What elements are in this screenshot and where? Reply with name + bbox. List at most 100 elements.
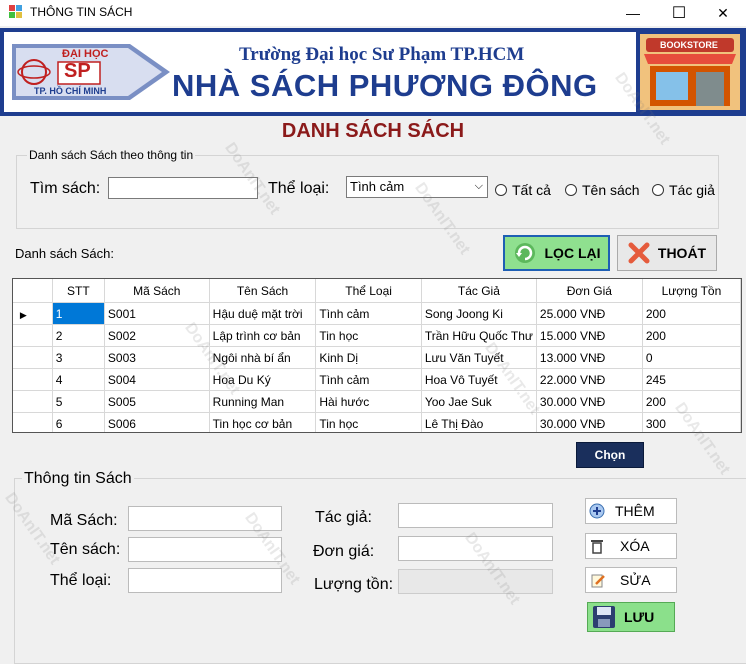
table-cell[interactable]: 1 [52,302,105,325]
university-name: Trường Đại học Sư Phạm TP.HCM [239,44,525,65]
table-cell[interactable]: Tin học cơ bản [209,412,317,432]
genre-info-label: Thể loại: [50,572,112,589]
maximize-button[interactable]: ☐ [656,0,702,26]
genre-select[interactable]: Tình cảm ⌵ [346,176,488,198]
table-cell[interactable]: Tình cảm [315,368,422,391]
table-row[interactable]: 4 S004 Hoa Du Ký Tình cảm Hoa Vô Tuyết 22.000… [13,368,741,391]
search-input[interactable] [108,177,258,199]
code-input[interactable] [128,506,282,531]
plus-circle-icon [589,503,605,519]
row-header[interactable] [13,412,53,432]
table-cell[interactable]: 30.000 VNĐ [536,390,643,413]
column-header[interactable]: Lượng Tồn [642,279,741,303]
table-cell[interactable]: 13.000 VNĐ [536,346,643,369]
table-cell[interactable]: Tình cảm [315,302,422,325]
table-cell[interactable]: Hậu duệ mặt trời [209,302,317,325]
row-header[interactable] [13,390,53,413]
table-cell[interactable]: Trần Hữu Quốc Thư [421,324,537,347]
author-input[interactable] [398,503,553,528]
books-table[interactable]: STT Mã Sách Tên Sách Thể Loại Tác Giả Đơ… [12,278,742,433]
table-cell[interactable]: Yoo Jae Suk [421,390,537,413]
table-cell[interactable]: Hoa Du Ký [209,368,317,391]
floppy-disk-icon [593,606,615,628]
row-header[interactable]: ▶ [13,302,53,325]
row-header[interactable] [13,368,53,391]
add-label: THÊM [615,503,655,519]
table-cell[interactable]: S004 [104,368,210,391]
refresh-label: LỌC LẠI [544,245,601,261]
table-cell[interactable]: Running Man [209,390,317,413]
table-cell[interactable]: 30.000 VNĐ [536,412,643,432]
name-input[interactable] [128,537,282,562]
save-button[interactable]: LƯU [587,602,675,632]
table-cell[interactable]: 3 [52,346,105,369]
table-cell[interactable]: Lưu Văn Tuyết [421,346,537,369]
table-cell[interactable]: 245 [642,368,741,391]
table-cell[interactable]: Kinh Dị [315,346,422,369]
table-cell[interactable]: 200 [642,390,741,413]
radio-all[interactable]: Tất cả [495,182,551,198]
exit-button[interactable]: THOÁT [617,235,717,271]
refresh-button[interactable]: LỌC LẠI [503,235,610,271]
table-cell[interactable]: 5 [52,390,105,413]
delete-label: XÓA [620,538,650,554]
edit-button[interactable]: SỬA [585,567,677,593]
delete-button[interactable]: XÓA [585,533,677,559]
table-cell[interactable]: S002 [104,324,210,347]
column-header[interactable]: Đơn Giá [536,279,643,303]
table-cell[interactable]: Song Joong Ki [421,302,537,325]
choose-button[interactable]: Chọn [576,442,644,468]
radio-author[interactable]: Tác giả [652,182,715,198]
table-cell[interactable]: 25.000 VNĐ [536,302,643,325]
table-cell[interactable]: 2 [52,324,105,347]
search-label: Tìm sách: [30,180,101,197]
table-cell[interactable]: S006 [104,412,210,432]
genre-input[interactable] [128,568,282,593]
table-row[interactable]: 5 S005 Running Man Hài hước Yoo Jae Suk 30.00… [13,390,741,413]
column-header[interactable]: Thể Loại [315,279,422,303]
radio-circle [495,184,507,196]
table-cell[interactable]: Tin học [315,412,422,432]
table-cell[interactable]: S001 [104,302,210,325]
table-cell[interactable]: 22.000 VNĐ [536,368,643,391]
table-cell[interactable]: 200 [642,302,741,325]
stock-input[interactable] [398,569,553,594]
minimize-button[interactable]: — [610,0,656,26]
table-row[interactable]: 2 S002 Lập trình cơ bản Tin học Trần Hữu Quố… [13,324,741,347]
radio-circle [652,184,664,196]
table-cell[interactable]: Lê Thị Đào [421,412,537,432]
table-cell[interactable]: 6 [52,412,105,432]
table-cell[interactable]: Lập trình cơ bản [209,324,317,347]
column-header[interactable]: STT [52,279,105,303]
table-cell[interactable]: 4 [52,368,105,391]
column-header[interactable]: Mã Sách [104,279,210,303]
table-cell[interactable]: 200 [642,324,741,347]
table-cell[interactable]: Hài hước [315,390,422,413]
add-button[interactable]: THÊM [585,498,677,524]
table-cell[interactable]: Tin học [315,324,422,347]
table-cell[interactable]: 0 [642,346,741,369]
author-label: Tác giả: [315,509,372,526]
table-cell[interactable]: 15.000 VNĐ [536,324,643,347]
list-label: Danh sách Sách: [15,246,115,261]
row-header[interactable] [13,324,53,347]
price-label: Đơn giá: [313,543,375,560]
refresh-icon [514,243,535,263]
radio-title[interactable]: Tên sách [565,182,640,198]
price-input[interactable] [398,536,553,561]
column-header[interactable]: Tác Giả [421,279,537,303]
table-cell[interactable]: Hoa Vô Tuyết [421,368,537,391]
row-header[interactable] [13,346,53,369]
table-row[interactable]: 3 S003 Ngôi nhà bí ẩn Kinh Dị Lưu Văn Tuyết 1… [13,346,741,369]
window-title: THÔNG TIN SÁCH [30,5,133,19]
stock-label: Lượng tồn: [314,576,394,593]
table-cell[interactable]: 300 [642,412,741,432]
table-cell[interactable]: S003 [104,346,210,369]
table-cell[interactable]: S005 [104,390,210,413]
table-row[interactable]: ▶ 1 S001 Hậu duệ mặt trời Tình cảm Song Joong… [13,302,741,325]
close-button[interactable]: ✕ [700,0,746,26]
column-header[interactable]: Tên Sách [209,279,317,303]
table-row[interactable]: 6 S006 Tin học cơ bản Tin học Lê Thị Đào 30.0… [13,412,741,432]
table-cell[interactable]: Ngôi nhà bí ẩn [209,346,317,369]
radio-author-label: Tác giả [669,182,715,198]
